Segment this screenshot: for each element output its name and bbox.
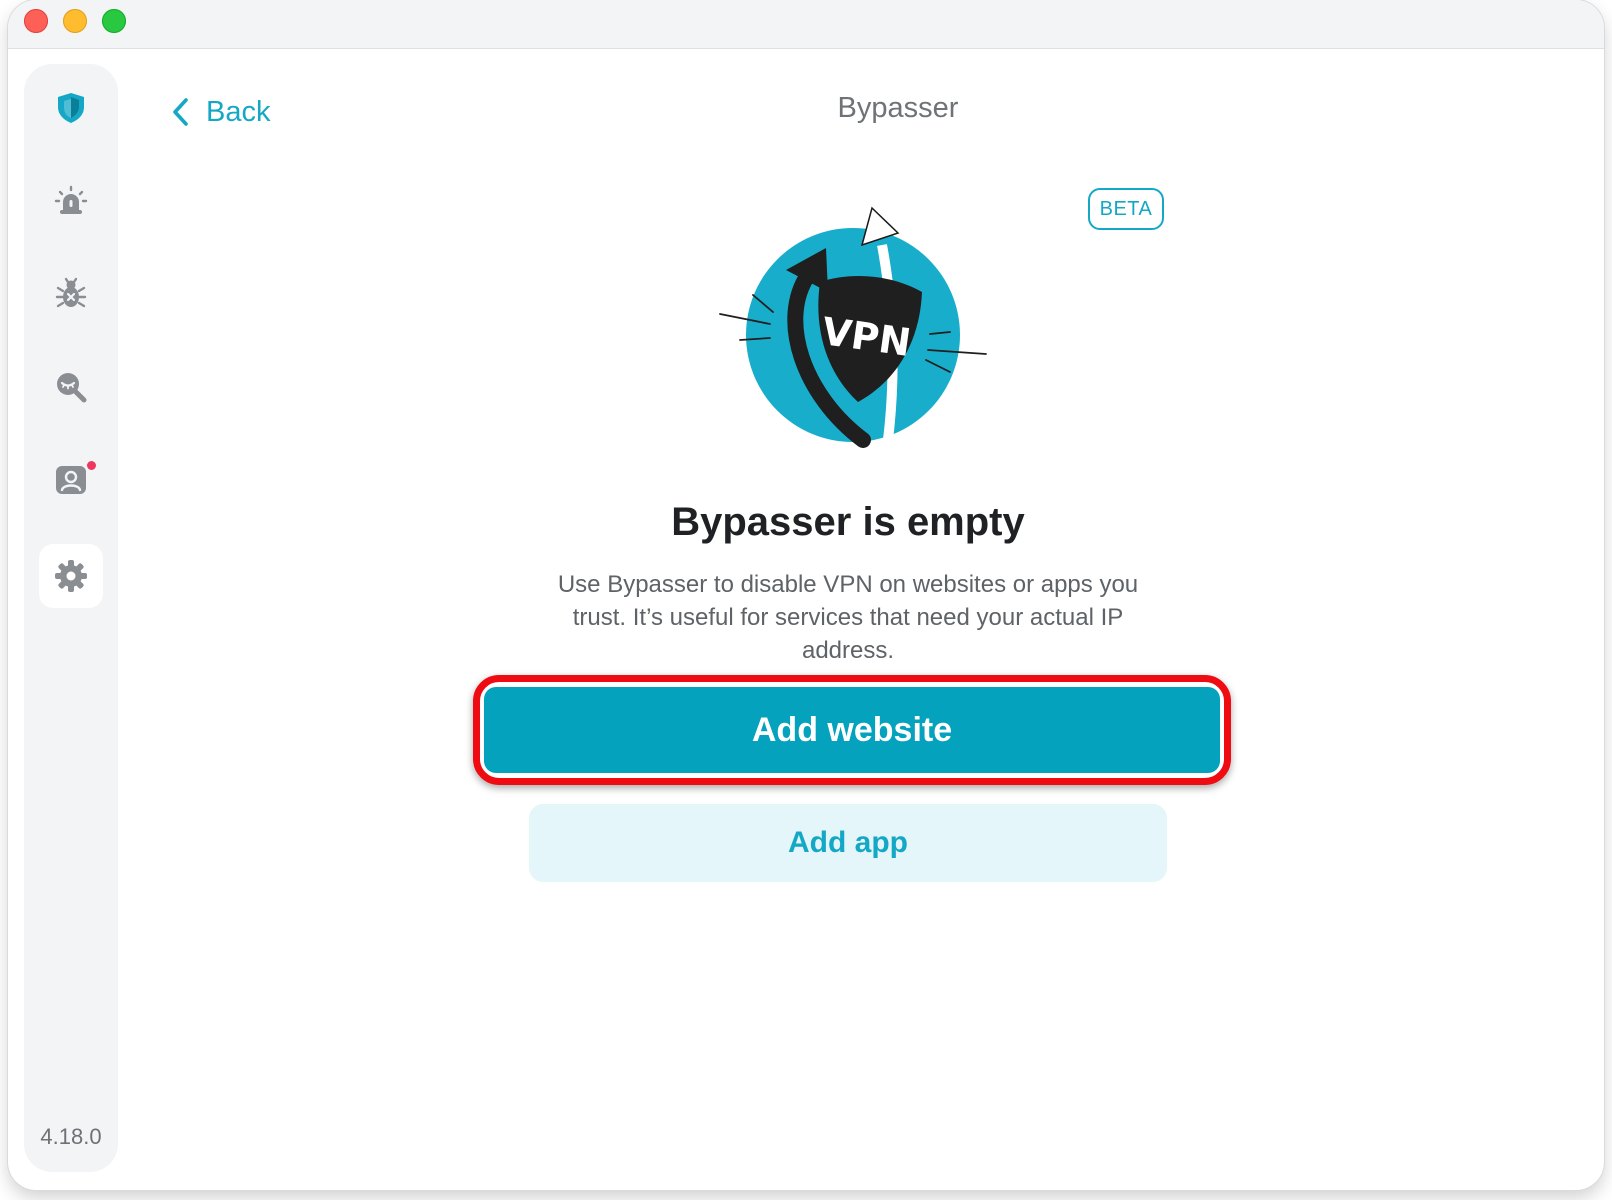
app-window: 4.18.0 Back Bypasser BETA VPN Bypasser i… — [8, 0, 1604, 1190]
sidebar-item-account[interactable] — [39, 448, 103, 512]
empty-state-description: Use Bypasser to disable VPN on websites … — [557, 571, 1139, 664]
add-app-button[interactable]: Add app — [529, 804, 1167, 882]
account-icon — [56, 466, 86, 494]
sidebar-item-settings[interactable] — [39, 544, 103, 608]
close-window-button[interactable] — [24, 9, 48, 33]
bug-icon — [55, 277, 87, 308]
empty-state-heading: Bypasser is empty — [671, 500, 1025, 544]
sidebar-item-antivirus[interactable] — [39, 262, 103, 326]
back-button[interactable]: Back — [168, 90, 270, 134]
alarm-siren-icon — [54, 185, 88, 214]
shield-icon — [58, 93, 84, 123]
title-bar — [8, 0, 1604, 49]
back-label: Back — [206, 95, 271, 128]
page-title: Bypasser — [837, 92, 959, 124]
add-website-button[interactable]: Add website — [484, 687, 1220, 773]
notification-dot — [87, 461, 96, 470]
chevron-left-icon — [173, 98, 188, 126]
minimize-window-button[interactable] — [63, 9, 87, 33]
magnifier-eye-icon — [57, 373, 87, 403]
sidebar-item-alerts[interactable] — [39, 169, 103, 233]
sidebar: 4.18.0 — [24, 64, 118, 1172]
sidebar-item-protection[interactable] — [39, 76, 103, 140]
sidebar-item-dark-web-monitor[interactable] — [39, 355, 103, 419]
vpn-bypass-illustration: VPN — [719, 206, 987, 448]
gear-icon — [55, 560, 87, 592]
app-version: 4.18.0 — [40, 1124, 102, 1149]
zoom-window-button[interactable] — [102, 9, 126, 33]
beta-badge: BETA — [1088, 188, 1164, 230]
